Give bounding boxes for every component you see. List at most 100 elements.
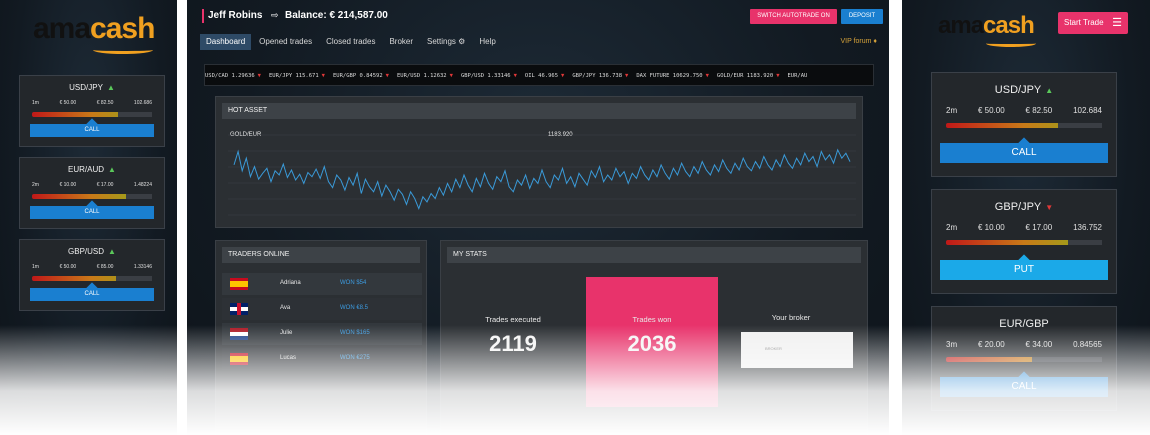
call-button[interactable]: CALL <box>30 118 154 137</box>
tab-opened-trades[interactable]: Opened trades <box>253 34 318 50</box>
call-button[interactable]: CALL <box>30 200 154 219</box>
user-marker <box>202 9 204 23</box>
button-label: CALL <box>84 209 100 215</box>
tab-help[interactable]: Help <box>473 34 501 50</box>
trader-name: Adriana <box>280 280 301 286</box>
asset-pair: EUR/AUD <box>68 165 105 174</box>
nav-tabs: Dashboard Opened trades Closed trades Br… <box>200 34 504 50</box>
ticker-item: GBP/USD 1.33146 ▼ <box>460 65 517 85</box>
trader-row: Lucas WON €275 <box>222 348 422 370</box>
asset-range-rest <box>116 276 152 281</box>
switch-autotrade-button[interactable]: SWITCH AUTOTRADE ON <box>750 9 837 24</box>
price-ticker: USD/CAD 1.29636 ▼ EUR/JPY 115.671 ▼ EUR/GBP … <box>204 64 874 86</box>
arrow-up-icon: ▲ <box>1045 86 1054 95</box>
button-label: CALL <box>1011 147 1037 158</box>
asset-widget: GBP/USD ▲ 1m € 50.00 € 85.00 1.33146 CALL <box>19 239 165 311</box>
tab-settings[interactable]: Settings ⚙ <box>421 34 471 50</box>
asset-values-row: 2m € 50.00 € 82.50 102.684 <box>946 106 1102 115</box>
ticker-text: GBP/USD 1.33146 <box>460 73 511 79</box>
asset-time: 1m <box>32 264 39 270</box>
flag-icon <box>230 278 248 290</box>
call-button[interactable]: CALL <box>940 137 1108 163</box>
traders-online-title: TRADERS ONLINE <box>222 247 420 263</box>
flag-icon <box>230 353 248 365</box>
flag-icon <box>230 303 248 315</box>
asset-range-bar <box>946 357 1102 362</box>
hot-asset-chart <box>228 134 856 216</box>
arrow-down-icon: ▼ <box>625 73 629 79</box>
trader-win: WON $165 <box>340 330 370 336</box>
ticker-text: EUR/JPY 115.671 <box>268 73 319 79</box>
my-stats-title: MY STATS <box>447 247 861 263</box>
ticker-item: EUR/USD 1.12632 ▼ <box>396 65 453 85</box>
asset-pair: EUR/GBP <box>999 318 1049 330</box>
trader-win: WON $54 <box>340 280 367 286</box>
asset-range-rest <box>118 112 152 117</box>
asset-pair: USD/JPY <box>994 84 1042 96</box>
asset-high: € 17.00 <box>96 182 114 188</box>
asset-rate: 136.752 <box>1073 223 1102 232</box>
trader-win: WON €275 <box>340 355 370 361</box>
trader-row: Ava WON €8.5 <box>222 298 422 320</box>
trader-name: Ava <box>280 305 291 311</box>
asset-time: 2m <box>32 182 39 188</box>
tab-closed-trades[interactable]: Closed trades <box>320 34 381 50</box>
asset-pair: USD/JPY <box>69 83 103 92</box>
ticker-text: DAX FUTURE 10629.750 <box>636 73 703 79</box>
asset-rate: 1.33146 <box>133 264 152 270</box>
asset-high: € 17.00 <box>1025 223 1053 232</box>
ticker-text: EUR/AU <box>787 73 808 79</box>
put-button[interactable]: PUT <box>940 254 1108 280</box>
trader-row: Adriana WON $54 <box>222 273 422 295</box>
logo-smile <box>93 46 153 54</box>
asset-range-bar <box>946 240 1102 245</box>
start-trade-button[interactable]: Start Trade ☰ <box>1058 12 1128 34</box>
trades-won-stat: Trades won 2036 <box>586 277 718 407</box>
button-label: CALL <box>84 291 100 297</box>
ticker-text: EUR/USD 1.12632 <box>396 73 447 79</box>
user-name: Jeff Robins <box>208 10 263 21</box>
logout-icon[interactable]: ⇨ <box>271 10 279 21</box>
hot-asset-panel: HOT ASSET GOLD/EUR 1183.920 <box>215 96 863 228</box>
asset-widget: EUR/GBP 3m € 20.00 € 34.00 0.84565 CALL <box>931 306 1117 411</box>
trades-executed-value: 2119 <box>489 331 537 356</box>
deposit-button[interactable]: DEPOSIT <box>841 9 883 24</box>
asset-range-bar <box>32 112 152 117</box>
ticker-item: EUR/JPY 115.671 ▼ <box>268 65 325 85</box>
tab-broker[interactable]: Broker <box>383 34 419 50</box>
logo: amacash <box>33 12 155 54</box>
broker-logo[interactable]: BROKER <box>741 332 853 368</box>
asset-time: 2m <box>946 223 958 232</box>
asset-high: € 82.50 <box>96 100 114 106</box>
ticker-text: OIL 46.965 <box>524 73 559 79</box>
vip-forum-link[interactable]: VIP forum ♦ <box>840 38 877 45</box>
ticker-text: GBP/JPY 136.738 <box>572 73 623 79</box>
asset-range-rest <box>125 194 152 199</box>
ticker-item: OIL 46.965 ▼ <box>524 65 564 85</box>
asset-widget: GBP/JPY ▼ 2m € 10.00 € 17.00 136.752 PUT <box>931 189 1117 294</box>
traders-online-panel: TRADERS ONLINE Adriana WON $54 Ava WON €8.5… <box>215 240 427 435</box>
call-button[interactable]: CALL <box>940 371 1108 397</box>
left-panel: amacash USD/JPY ▲ 1m € 50.00 € 82.50 102.686 C… <box>0 0 177 435</box>
asset-time: 2m <box>946 106 958 115</box>
asset-values-row: 1m € 50.00 € 85.00 1.33146 <box>32 264 152 270</box>
asset-values-row: 2m € 10.00 € 17.00 136.752 <box>946 223 1102 232</box>
asset-widget: EUR/AUD ▲ 2m € 10.00 € 17.00 1.48224 CALL <box>19 157 165 229</box>
ticker-text: USD/CAD 1.29636 <box>205 73 255 79</box>
asset-range-bar <box>32 276 152 281</box>
call-button[interactable]: CALL <box>30 282 154 301</box>
asset-range-rest <box>1058 123 1102 128</box>
asset-widget: USD/JPY ▲ 2m € 50.00 € 82.50 102.684 CALL <box>931 72 1117 177</box>
arrow-up-icon: ▲ <box>108 247 116 256</box>
asset-time: 1m <box>32 100 39 106</box>
asset-pair: GBP/USD <box>68 247 105 256</box>
asset-high: € 85.00 <box>96 264 114 270</box>
tab-dashboard[interactable]: Dashboard <box>200 34 252 50</box>
asset-time: 3m <box>946 340 958 349</box>
asset-rate: 0.84565 <box>1073 340 1102 349</box>
asset-range-rest <box>1067 240 1102 245</box>
asset-high: € 82.50 <box>1025 106 1053 115</box>
asset-values-row: 3m € 20.00 € 34.00 0.84565 <box>946 340 1102 349</box>
asset-low: € 20.00 <box>977 340 1005 349</box>
trades-executed-label: Trades executed <box>485 315 541 324</box>
